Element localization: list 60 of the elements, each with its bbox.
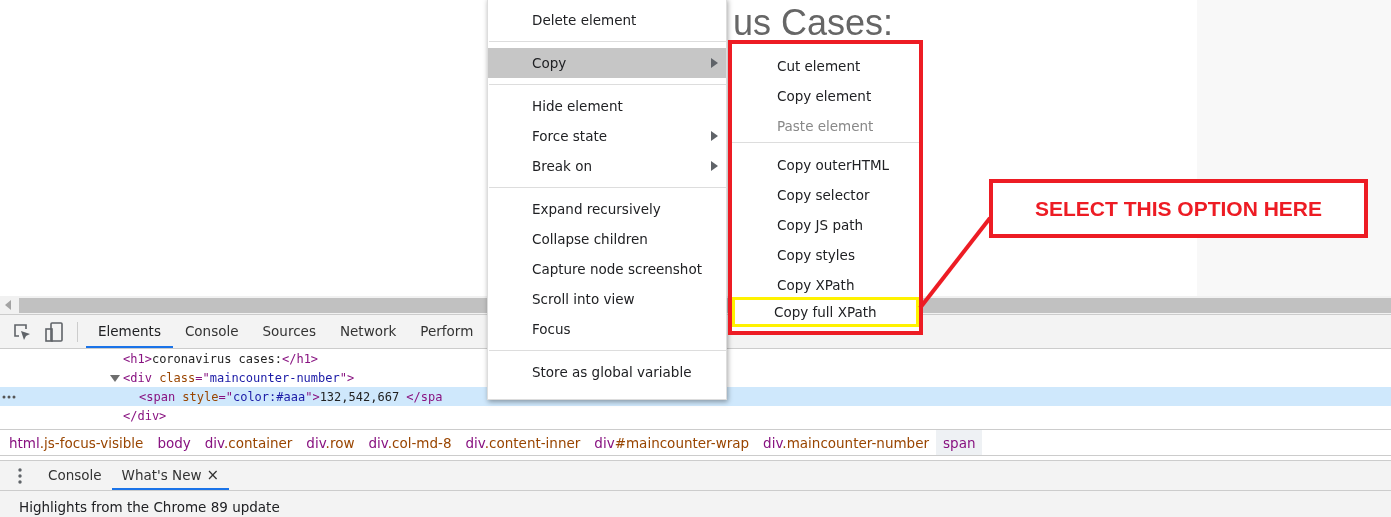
drawer-tab-label[interactable]: What's New [121,466,202,483]
breadcrumb-item[interactable]: span [936,430,983,455]
breadcrumb-item[interactable]: body [150,430,198,455]
panel-tab[interactable]: Sources [250,315,328,348]
page-heading: us Cases: [733,2,895,44]
close-icon[interactable]: × [206,465,220,484]
menu-item-label[interactable]: Break on [532,158,711,174]
menu-item-label[interactable]: Focus [532,321,718,337]
dom-node-code[interactable]: <span style="color:#aaa">132,542,667 </spa [139,389,443,404]
drawer-text: Highlights from the Chrome 89 update [19,499,280,515]
breadcrumb-item[interactable]: div.maincounter-number [756,430,937,455]
menu-item[interactable]: Expand recursively [488,194,726,224]
menu-item[interactable]: Collapse children [488,224,726,254]
breadcrumb-item[interactable]: div#maincounter-wrap [587,430,757,455]
menu-item[interactable]: Copy full XPath [732,297,919,327]
menu-item[interactable]: Capture node screenshot [488,254,726,284]
menu-item-label[interactable]: Delete element [532,12,718,28]
breadcrumb-item[interactable]: html.js-focus-visible [2,430,151,455]
breadcrumb-item[interactable]: div.container [197,430,300,455]
more-options-icon[interactable] [2,395,16,399]
menu-item: Paste element [776,117,875,136]
breadcrumb-item[interactable]: div.content-inner [458,430,588,455]
menu-item[interactable]: Copy element [732,78,919,108]
drawer-tab[interactable]: Console [38,461,112,490]
menu-item[interactable]: Copy XPath [732,267,919,297]
menu-item[interactable]: Copy outerHTML [732,147,919,177]
menu-item[interactable]: Focus [488,314,726,344]
panel-tab[interactable]: Perform [408,315,486,348]
menu-item[interactable]: Delete element [488,5,726,35]
panel-tab[interactable]: Network [327,315,409,348]
expand-triangle-icon[interactable] [110,372,120,383]
panel-tab[interactable]: Console [172,315,251,348]
annotation-callout: SELECT THIS OPTION HERE [989,179,1368,238]
menu-item[interactable]: Copy selector [732,177,919,207]
menu-item-label[interactable]: Copy [532,55,711,71]
more-menu-icon[interactable] [18,467,22,484]
menu-item[interactable]: Copy styles [732,237,919,267]
menu-item-label[interactable]: Force state [532,128,711,144]
menu-item[interactable]: Scroll into view [488,284,726,314]
drawer-tab-label[interactable]: Console [48,466,102,483]
menu-item[interactable]: Copy [488,48,726,78]
menu-item-label[interactable]: Store as global variable [532,364,718,380]
menu-item[interactable]: Copy JS path [732,207,919,237]
menu-item[interactable]: Hide element [488,91,726,121]
dom-node-code[interactable]: <div class="maincounter-number"> [123,370,355,385]
inspect-element-icon[interactable] [13,322,31,341]
menu-item-label[interactable]: Collapse children [532,231,718,247]
menu-item-label[interactable]: Capture node screenshot [532,261,718,277]
menu-item-label[interactable]: Expand recursively [532,201,718,217]
menu-item-label[interactable]: Scroll into view [532,291,718,307]
menu-item-label[interactable]: Hide element [532,98,718,114]
breadcrumb-item[interactable]: div.col-md-8 [361,430,459,455]
menu-item[interactable]: Break on [488,151,726,181]
dom-node-code[interactable]: <h1>coronavirus cases:</h1> [123,351,319,366]
breadcrumb-item[interactable]: div.row [299,430,362,455]
menu-item[interactable]: Store as global variable [488,357,726,387]
device-toolbar-icon[interactable] [45,321,63,342]
dom-node-code[interactable]: </div> [123,408,167,423]
menu-item[interactable]: Force state [488,121,726,151]
menu-item[interactable]: Cut element [732,48,919,78]
